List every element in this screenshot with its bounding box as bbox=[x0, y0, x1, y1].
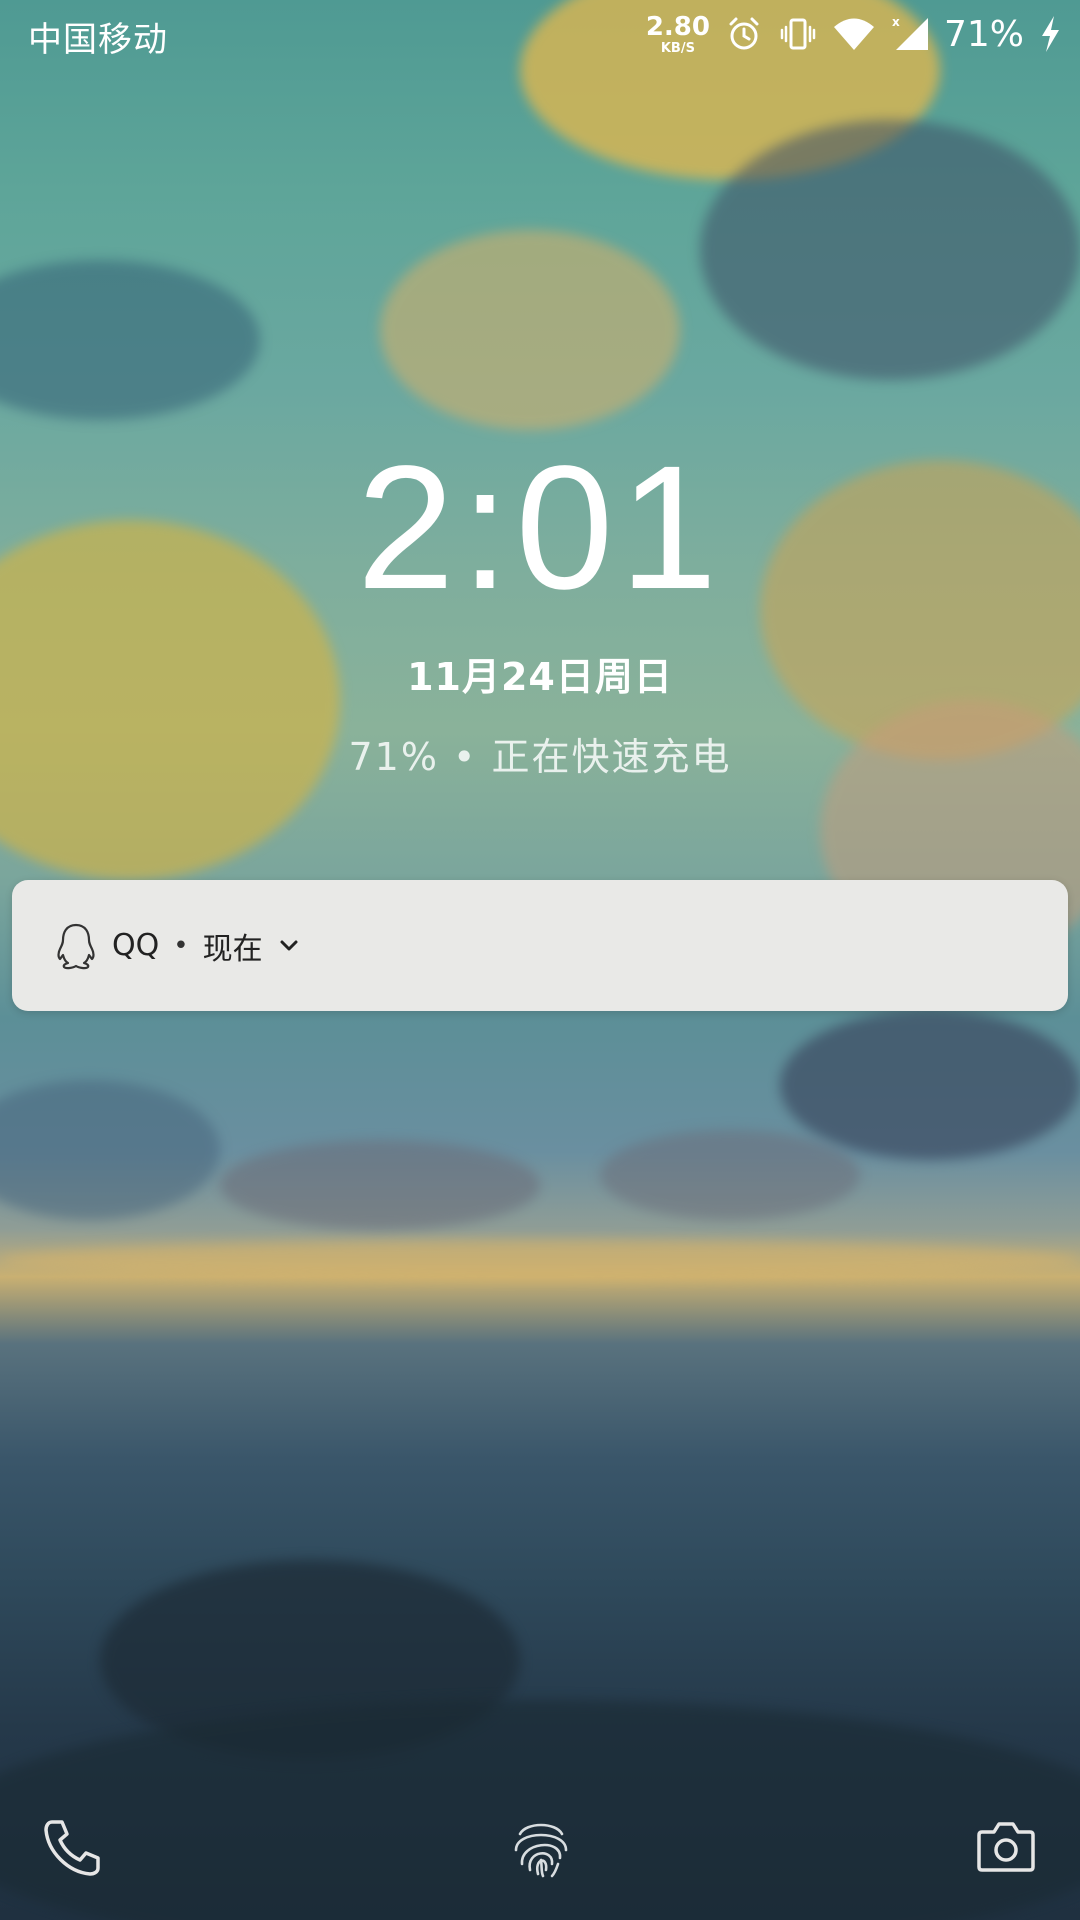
notification-separator: • bbox=[173, 930, 189, 961]
notification-app-name: QQ bbox=[112, 928, 160, 963]
alarm-icon bbox=[729, 17, 759, 50]
chevron-down-icon[interactable] bbox=[277, 934, 301, 958]
wifi-icon bbox=[833, 18, 874, 50]
charging-bolt-icon bbox=[1042, 16, 1059, 52]
qq-penguin-icon bbox=[57, 923, 95, 969]
battery-percent: 71% bbox=[943, 13, 1024, 55]
charging-status: 71% • 正在快速充电 bbox=[348, 735, 732, 779]
qq-notification[interactable]: QQ • 现在 bbox=[12, 880, 1068, 1011]
notification-time: 现在 bbox=[202, 931, 263, 967]
lock-date: 11月24日周日 bbox=[407, 655, 673, 699]
vibrate-icon bbox=[780, 18, 816, 50]
network-speed-unit: KB/S bbox=[660, 40, 695, 56]
phone-icon[interactable] bbox=[40, 1816, 104, 1880]
signal-icon: x bbox=[892, 15, 928, 50]
network-speed: 2.80 KB/S bbox=[646, 14, 710, 55]
notification-header: QQ • 现在 bbox=[54, 880, 301, 1011]
fingerprint-icon[interactable] bbox=[510, 1814, 572, 1880]
status-bar: 中国移动 2.80 KB/S x 71% bbox=[0, 0, 1080, 68]
camera-icon[interactable] bbox=[976, 1818, 1036, 1874]
status-icons: 2.80 KB/S x 71% bbox=[646, 8, 1062, 60]
network-speed-value: 2.80 bbox=[645, 11, 710, 42]
carrier-name: 中国移动 bbox=[28, 20, 168, 60]
lock-clock: 2:01 bbox=[356, 430, 724, 626]
lock-screen: 中国移动 2.80 KB/S x 71% 2:01 11月24日周日 71% •… bbox=[0, 0, 1080, 1920]
mobile-data-flag: x bbox=[892, 15, 900, 29]
